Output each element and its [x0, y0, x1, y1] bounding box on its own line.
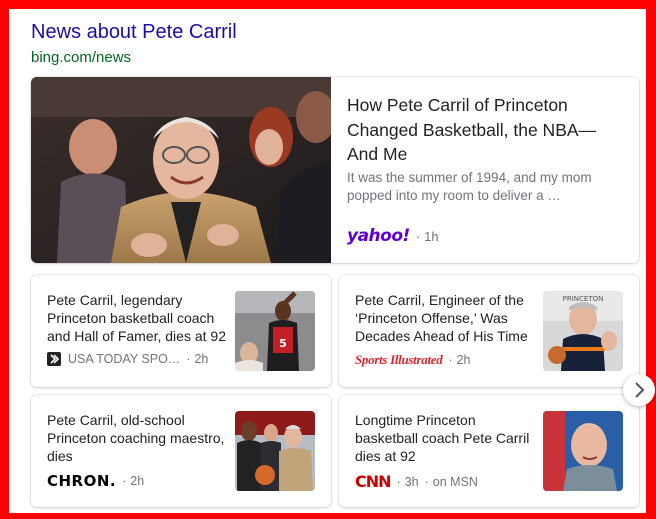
- news-card-thumbnail: [235, 411, 315, 491]
- news-card[interactable]: Longtime Princeton basketball coach Pete…: [339, 395, 639, 507]
- news-card-meta: CHRON. · 2h: [47, 472, 144, 490]
- news-card-thumbnail: 5: [235, 291, 315, 371]
- svg-text:PRINCETON: PRINCETON: [563, 295, 604, 303]
- chron-logo: CHRON.: [47, 472, 117, 490]
- featured-news-meta: yahoo! · 1h: [347, 226, 439, 246]
- news-card-age: 2h: [456, 353, 471, 367]
- news-card-age: 2h: [130, 474, 145, 488]
- usa-today-sports-icon: [47, 352, 61, 366]
- news-card-thumbnail: [543, 411, 623, 491]
- featured-news-age: 1h: [424, 228, 439, 244]
- meta-separator: ·: [424, 474, 429, 489]
- featured-news-image: [31, 77, 331, 263]
- news-card-title[interactable]: Pete Carril, Engineer of the ‘Princeton …: [355, 291, 535, 345]
- meta-separator: ·: [186, 352, 191, 366]
- featured-news-title[interactable]: How Pete Carril of Princeton Changed Bas…: [347, 93, 617, 167]
- featured-news-card[interactable]: How Pete Carril of Princeton Changed Bas…: [31, 77, 639, 263]
- sports-illustrated-logo: Sports Illustrated: [355, 352, 443, 367]
- yahoo-logo: yahoo!: [347, 226, 410, 246]
- news-card-age: 2h: [194, 352, 209, 366]
- meta-separator: ·: [415, 228, 421, 244]
- news-card-title[interactable]: Pete Carril, legendary Princeton basketb…: [47, 291, 227, 345]
- news-card[interactable]: Pete Carril, old-school Princeton coachi…: [31, 395, 331, 507]
- news-card-age: 3h: [404, 474, 419, 489]
- news-card[interactable]: Pete Carril, Engineer of the ‘Princeton …: [339, 275, 639, 387]
- news-heading-link[interactable]: News about Pete Carril: [31, 21, 237, 44]
- svg-text:5: 5: [279, 337, 287, 350]
- news-card-meta: USA TODAY SPO… · 2h: [47, 352, 208, 366]
- carousel-next-button[interactable]: [623, 374, 655, 406]
- meta-separator: ·: [448, 353, 453, 367]
- meta-separator: ·: [396, 474, 401, 489]
- cnn-logo: CNN: [355, 472, 392, 491]
- news-card[interactable]: Pete Carril, legendary Princeton basketb…: [31, 275, 331, 387]
- news-card-extra: on MSN: [432, 474, 478, 489]
- news-card-title[interactable]: Longtime Princeton basketball coach Pete…: [355, 411, 535, 465]
- news-card-thumbnail: PRINCETON: [543, 291, 623, 371]
- news-source-link[interactable]: bing.com/news: [31, 49, 131, 66]
- news-card-publisher: USA TODAY SPO…: [68, 352, 181, 366]
- chevron-right-icon: [623, 374, 655, 411]
- news-card-title[interactable]: Pete Carril, old-school Princeton coachi…: [47, 411, 227, 465]
- meta-separator: ·: [122, 474, 127, 488]
- news-card-meta: CNN · 3h · on MSN: [355, 472, 478, 491]
- news-card-meta: Sports Illustrated · 2h: [355, 352, 471, 368]
- featured-news-snippet: It was the summer of 1994, and my mom po…: [347, 170, 592, 203]
